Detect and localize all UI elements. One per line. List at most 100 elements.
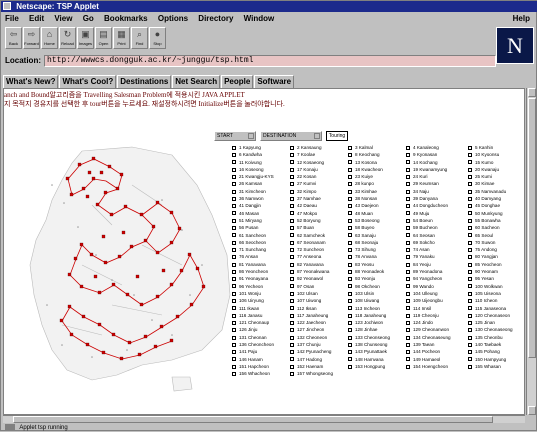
city-checkbox[interactable] [290, 350, 294, 355]
city-option[interactable]: 35 Namvanadu [468, 188, 506, 195]
city-checkbox[interactable] [232, 342, 236, 347]
city-option[interactable]: 11 Koivung [232, 159, 262, 166]
city-checkbox[interactable] [348, 262, 352, 267]
city-checkbox[interactable] [290, 320, 294, 325]
city-option[interactable]: 96 Yecheon [232, 283, 263, 290]
city-option[interactable]: 75 Andong [468, 246, 497, 253]
city-checkbox[interactable] [232, 189, 236, 194]
city-checkbox[interactable] [232, 255, 236, 260]
city-option[interactable]: 12 Kosaeong [290, 159, 324, 166]
window-menu-icon[interactable] [3, 1, 11, 10]
city-checkbox[interactable] [406, 299, 410, 304]
city-option[interactable]: 79 Yanaku [406, 253, 435, 260]
city-checkbox[interactable] [348, 204, 352, 209]
city-option[interactable]: 131 Cheonan [232, 334, 267, 341]
city-checkbox[interactable] [290, 153, 294, 158]
city-option[interactable]: 7 Koolae [290, 151, 315, 158]
city-option[interactable]: 105 Uiseona [468, 290, 501, 297]
city-checkbox[interactable] [468, 291, 472, 296]
city-checkbox[interactable] [348, 145, 352, 150]
city-checkbox[interactable] [348, 226, 352, 231]
back-button[interactable]: ⇦ Back [5, 27, 22, 49]
city-checkbox[interactable] [232, 211, 236, 216]
city-checkbox[interactable] [406, 218, 410, 223]
city-option[interactable]: 120 Cheonaseon [468, 312, 510, 319]
city-checkbox[interactable] [290, 335, 294, 340]
city-checkbox[interactable] [232, 145, 236, 150]
city-option[interactable]: 127 Jincheon [290, 326, 324, 333]
city-checkbox[interactable] [232, 364, 236, 369]
vertical-scrollbar[interactable] [526, 88, 536, 415]
city-option[interactable]: 58 Buyeo [348, 224, 374, 231]
city-option[interactable]: 136 Cheoncheon [232, 341, 274, 348]
city-option[interactable]: 116 Janasu [232, 312, 262, 319]
menu-edit[interactable]: Edit [25, 14, 48, 23]
city-checkbox[interactable] [232, 233, 236, 238]
city-checkbox[interactable] [468, 328, 472, 333]
city-checkbox[interactable] [348, 328, 352, 333]
city-checkbox[interactable] [406, 262, 410, 267]
city-checkbox[interactable] [348, 174, 352, 179]
city-option[interactable]: 13 Kosona [348, 159, 377, 166]
city-checkbox[interactable] [290, 196, 294, 201]
city-checkbox[interactable] [290, 284, 294, 289]
city-option[interactable]: 84 Yeoju [406, 261, 431, 268]
city-checkbox[interactable] [348, 342, 352, 347]
city-option[interactable]: 135 Cheonbu [468, 334, 503, 341]
city-checkbox[interactable] [290, 371, 294, 376]
city-checkbox[interactable] [232, 160, 236, 165]
city-option[interactable]: 156 Whacheon [232, 370, 270, 377]
city-option[interactable]: 123 Jochiwon [348, 319, 383, 326]
city-option[interactable]: 132 Cheoneon [290, 334, 327, 341]
city-checkbox[interactable] [406, 153, 410, 158]
net-search-button[interactable]: Net Search [172, 75, 221, 89]
city-option[interactable]: 57 Buan [290, 224, 314, 231]
city-checkbox[interactable] [232, 226, 236, 231]
city-checkbox[interactable] [406, 342, 410, 347]
city-option[interactable]: 53 Boseong [348, 217, 380, 224]
city-checkbox[interactable] [232, 306, 236, 311]
city-option[interactable]: 147 Hadong [290, 356, 322, 363]
city-option[interactable]: 60 Sacheon [468, 224, 500, 231]
city-option[interactable]: 151 Hapcheon [232, 363, 269, 370]
city-checkbox[interactable] [232, 269, 236, 274]
city-checkbox[interactable] [290, 218, 294, 223]
city-option[interactable]: 17 Konaju [290, 166, 318, 173]
city-option[interactable]: 111 Ikwan [232, 305, 259, 312]
menu-help[interactable]: Help [509, 12, 534, 25]
city-checkbox[interactable] [406, 320, 410, 325]
city-checkbox[interactable] [348, 364, 352, 369]
city-checkbox[interactable] [406, 306, 410, 311]
menu-options[interactable]: Options [154, 14, 192, 23]
city-checkbox[interactable] [406, 269, 410, 274]
city-checkbox[interactable] [348, 218, 352, 223]
city-checkbox[interactable] [290, 306, 294, 311]
city-checkbox[interactable] [232, 284, 236, 289]
city-checkbox[interactable] [290, 255, 294, 260]
stop-button[interactable]: ● Stop [149, 27, 166, 49]
city-option[interactable]: 103 Ulsin [348, 290, 374, 297]
city-checkbox[interactable] [348, 247, 352, 252]
city-option[interactable]: 118 Janaheung [348, 312, 386, 319]
city-option[interactable]: 128 Jinhae [348, 326, 377, 333]
city-checkbox[interactable] [406, 226, 410, 231]
city-option[interactable]: 77 Anseona [290, 253, 321, 260]
whats-cool-button[interactable]: What's Cool? [59, 75, 117, 89]
city-checkbox[interactable] [406, 189, 410, 194]
city-option[interactable]: 18 Kwacheon [348, 166, 383, 173]
city-option[interactable]: 140 Taebaek [468, 341, 501, 348]
city-checkbox[interactable] [406, 328, 410, 333]
city-checkbox[interactable] [290, 313, 294, 318]
menu-window[interactable]: Window [240, 14, 279, 23]
city-checkbox[interactable] [348, 255, 352, 260]
city-checkbox[interactable] [348, 350, 352, 355]
menu-bookmarks[interactable]: Bookmarks [100, 14, 152, 23]
city-option[interactable]: 16 Koseong [232, 166, 264, 173]
city-option[interactable]: 130 Cheonaseong [468, 326, 513, 333]
city-checkbox[interactable] [232, 174, 236, 179]
city-option[interactable]: 4 Kanaleong [406, 144, 439, 151]
city-checkbox[interactable] [406, 350, 410, 355]
city-option[interactable]: 74 Asan [406, 246, 430, 253]
city-option[interactable]: 23 Kuiye [348, 173, 373, 180]
city-checkbox[interactable] [468, 196, 472, 201]
